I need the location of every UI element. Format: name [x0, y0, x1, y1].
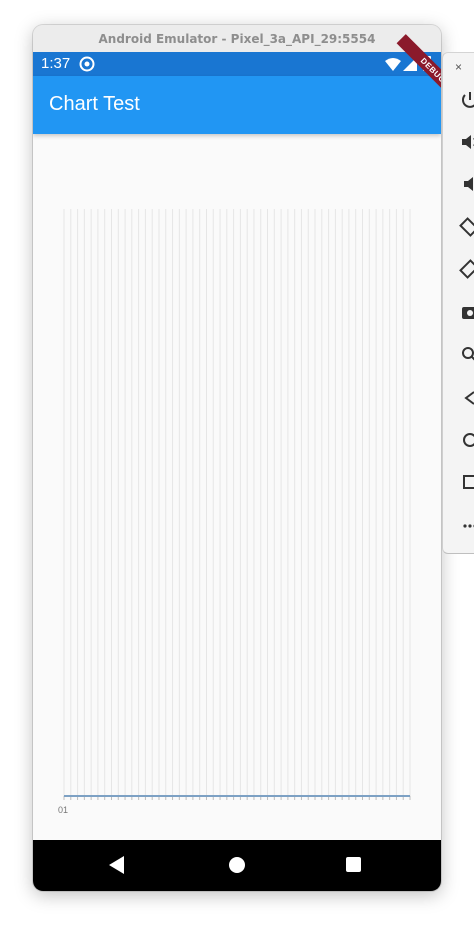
more-icon[interactable] [459, 515, 474, 537]
home-icon[interactable] [459, 429, 474, 451]
navigation-bar [33, 840, 441, 891]
notification-icon [79, 56, 95, 72]
emulator-window: Android Emulator - Pixel_3a_API_29:5554 … [33, 25, 441, 891]
status-bar: 1:37 [33, 52, 441, 76]
close-icon[interactable]: × [455, 60, 462, 74]
back-icon[interactable] [459, 387, 474, 409]
app-bar-title: Chart Test [49, 93, 140, 115]
status-time: 1:37 [41, 55, 71, 72]
overview-icon[interactable] [459, 471, 474, 493]
window-title: Android Emulator - Pixel_3a_API_29:5554 [33, 25, 441, 53]
emulator-side-panel: × [442, 52, 474, 554]
x-tick-label: 01 [58, 805, 68, 815]
chart-area: 01 [33, 134, 441, 842]
volume-down-icon[interactable] [459, 173, 474, 195]
nav-home-icon[interactable] [229, 857, 245, 873]
power-icon[interactable] [459, 89, 474, 111]
volume-up-icon[interactable] [459, 131, 474, 153]
app-bar: Chart Test [33, 76, 441, 134]
camera-icon[interactable] [459, 301, 474, 323]
wifi-icon [385, 58, 401, 71]
bar-chart: 01 [58, 209, 411, 815]
zoom-icon[interactable] [459, 343, 474, 365]
nav-recents-icon[interactable] [346, 857, 361, 872]
rotate-right-icon[interactable] [459, 257, 474, 279]
nav-back-icon[interactable] [109, 856, 124, 874]
rotate-left-icon[interactable] [459, 215, 474, 237]
device-screen: 1:37 DEBUG Chart Test 01 [33, 34, 441, 891]
